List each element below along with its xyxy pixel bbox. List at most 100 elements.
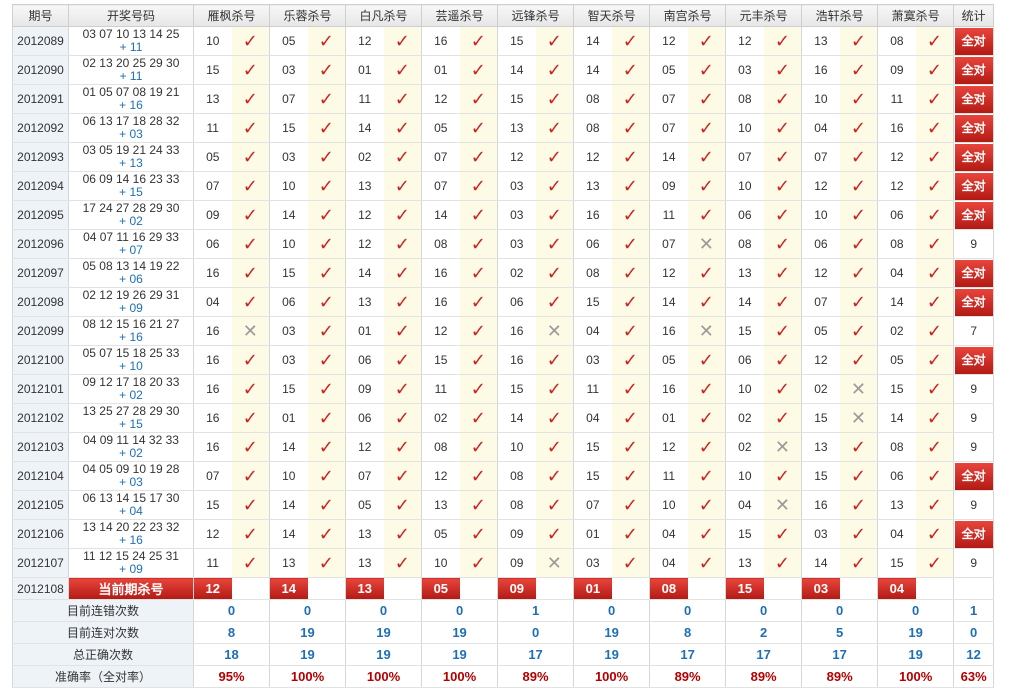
stat-cell: 9: [953, 374, 995, 404]
stat-cell: 全对: [953, 519, 995, 549]
check-icon: ✓: [850, 89, 866, 109]
check-icon: ✓: [622, 321, 638, 341]
check-icon: ✓: [470, 321, 486, 341]
check-icon: ✓: [622, 437, 638, 457]
check-icon: ✓: [774, 234, 790, 254]
kill-number-cell: 10: [269, 229, 308, 259]
result-cell: ✓: [307, 258, 347, 288]
table-row: 2012093 03 05 19 21 24 33 + 13 05 ✓ 03 ✓ 02 ✓ 07 ✓…: [12, 142, 995, 172]
check-icon: ✓: [470, 89, 486, 109]
check-icon: ✓: [242, 234, 258, 254]
draw-numbers-cell: 03 05 19 21 24 33 + 13: [68, 142, 194, 172]
result-cell: ✓: [839, 200, 879, 230]
check-icon: ✓: [622, 234, 638, 254]
result-cell: ✓: [839, 316, 879, 346]
result-cell: ✓: [763, 26, 803, 56]
check-icon: ✓: [546, 524, 562, 544]
result-cell: ✓: [459, 84, 499, 114]
check-icon: ✓: [774, 524, 790, 544]
kill-number-cell: 12: [649, 258, 688, 288]
result-cell: ✓: [535, 84, 575, 114]
kill-number-cell: 08: [877, 229, 916, 259]
result-cell: ✓: [231, 142, 271, 172]
summary-label: 目前连错次数: [12, 599, 194, 622]
current-blank-cell: [687, 577, 727, 600]
result-cell: ✓: [763, 519, 803, 549]
kill-number-cell: 14: [345, 113, 384, 143]
issue-cell: 2012103: [12, 432, 69, 462]
check-icon: ✓: [926, 437, 942, 457]
summary-value: 0: [345, 599, 423, 622]
result-cell: ✓: [535, 55, 575, 85]
check-icon: ✓: [926, 350, 942, 370]
kill-number-cell: 15: [269, 258, 308, 288]
current-kill-number: 15: [725, 577, 764, 600]
check-icon: ✓: [318, 408, 334, 428]
summary-stat-value: 0: [953, 621, 995, 644]
check-icon: ✓: [318, 495, 334, 515]
result-cell: ✓: [611, 432, 651, 462]
result-cell: ✓: [535, 461, 575, 491]
check-icon: ✓: [850, 31, 866, 51]
result-cell: ✓: [839, 461, 879, 491]
check-icon: ✓: [774, 263, 790, 283]
kill-number-cell: 12: [345, 26, 384, 56]
result-cell: ✓: [307, 461, 347, 491]
check-icon: ✓: [546, 147, 562, 167]
kill-number-cell: 12: [801, 171, 840, 201]
result-cell: ✓: [459, 432, 499, 462]
result-cell: ✓: [383, 374, 423, 404]
summary-value: 19: [269, 643, 347, 666]
result-cell: ✓: [687, 461, 727, 491]
check-icon: ✓: [318, 321, 334, 341]
result-cell: ✓: [459, 461, 499, 491]
result-cell: ✓: [763, 345, 803, 375]
kill-number-cell: 06: [345, 345, 384, 375]
check-icon: ✓: [926, 89, 942, 109]
check-icon: ✓: [470, 118, 486, 138]
kill-number-cell: 13: [725, 548, 764, 578]
check-icon: ✓: [546, 292, 562, 312]
stat-cell: 全对: [953, 84, 995, 114]
check-icon: ✓: [698, 466, 714, 486]
draw-numbers-cell: 17 24 27 28 29 30 + 02: [68, 200, 194, 230]
check-icon: ✓: [546, 379, 562, 399]
check-icon: ✓: [394, 321, 410, 341]
result-cell: ✓: [383, 142, 423, 172]
kill-number-cell: 12: [801, 258, 840, 288]
kill-number-cell: 08: [725, 84, 764, 114]
kill-number-cell: 14: [725, 287, 764, 317]
table-row: 2012092 06 13 17 18 28 32 + 03 11 ✓ 15 ✓ 14 ✓ 05 ✓…: [12, 113, 995, 143]
check-icon: ✓: [774, 89, 790, 109]
result-cell: ✓: [915, 461, 955, 491]
kill-number-cell: 06: [725, 200, 764, 230]
all-correct-badge: 全对: [954, 520, 993, 548]
check-icon: ✓: [546, 350, 562, 370]
stat-cell: 全对: [953, 287, 995, 317]
stat-cell: 全对: [953, 142, 995, 172]
issue-cell: 2012102: [12, 403, 69, 433]
result-cell: ✓: [915, 403, 955, 433]
current-kill-number: 03: [801, 577, 840, 600]
kill-number-cell: 04: [649, 519, 688, 549]
summary-rows: 目前连错次数 0 0 0 0 1 0 0 0 0 0 1 目前连对次数 8 19 19 19 0 19 8 2 5 19 0 总…: [12, 599, 995, 688]
result-cell: ✓: [839, 519, 879, 549]
kill-number-cell: 10: [497, 432, 536, 462]
result-cell: ✓: [231, 490, 271, 520]
kill-number-cell: 16: [193, 345, 232, 375]
result-cell: ✓: [231, 287, 271, 317]
kill-number-cell: 16: [421, 258, 460, 288]
header-row: 期号 开奖号码 雁枫杀号 乐蓉杀号 白凡杀号 芸遥杀号 远锋杀号 智天杀号 南宫杀号 元丰杀号…: [12, 4, 995, 27]
current-blank-cell: [383, 577, 423, 600]
check-icon: ✓: [394, 466, 410, 486]
check-icon: ✓: [318, 147, 334, 167]
result-cell: ✓: [383, 200, 423, 230]
all-correct-badge: 全对: [954, 27, 993, 55]
result-cell: ✓: [763, 113, 803, 143]
summary-value: 100%: [345, 665, 423, 688]
kill-number-cell: 08: [421, 229, 460, 259]
kill-number-cell: 02: [497, 258, 536, 288]
kill-number-cell: 14: [649, 142, 688, 172]
kill-number-cell: 12: [649, 432, 688, 462]
check-icon: ✓: [698, 408, 714, 428]
